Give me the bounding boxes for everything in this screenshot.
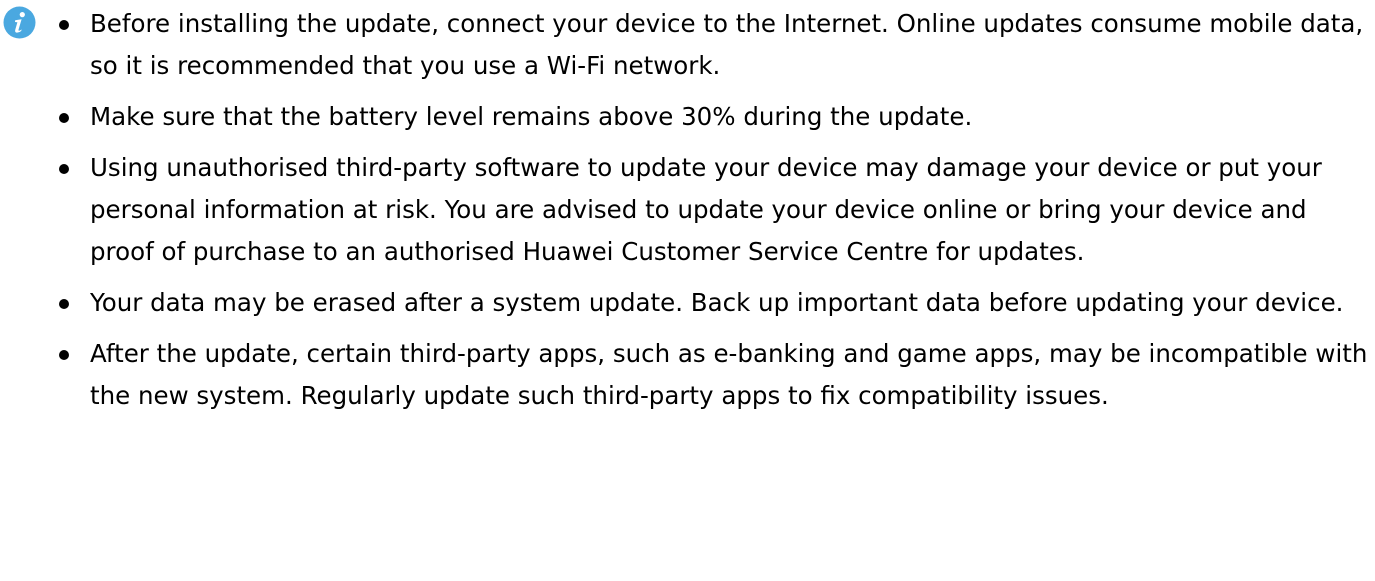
list-item-text: After the update, certain third-party ap… (90, 339, 1368, 410)
bullet-icon (59, 164, 69, 174)
list-item: Before installing the update, connect yo… (59, 3, 1371, 87)
list-item-text: Your data may be erased after a system u… (90, 288, 1344, 317)
bullet-icon (59, 299, 69, 309)
list-item: Using unauthorised third-party software … (59, 147, 1371, 273)
bullet-icon (59, 113, 69, 123)
bullet-icon (59, 20, 69, 30)
list-item-text: Make sure that the battery level remains… (90, 102, 973, 131)
list-item-text: Using unauthorised third-party software … (90, 153, 1322, 266)
list-item: Make sure that the battery level remains… (59, 96, 1371, 138)
list-item: After the update, certain third-party ap… (59, 333, 1371, 417)
notes-list: Before installing the update, connect yo… (59, 3, 1371, 426)
list-item: Your data may be erased after a system u… (59, 282, 1371, 324)
bullet-icon (59, 350, 69, 360)
info-icon (3, 6, 36, 39)
list-item-text: Before installing the update, connect yo… (90, 9, 1364, 80)
update-notes: Before installing the update, connect yo… (0, 0, 1375, 581)
